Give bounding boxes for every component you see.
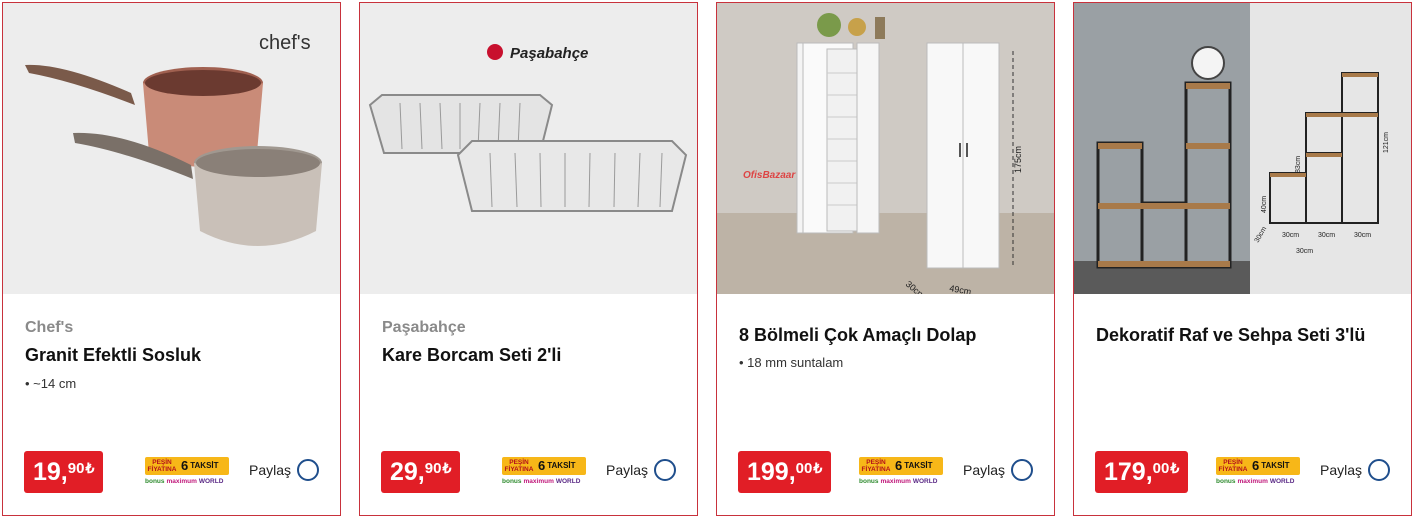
pesin-label: PEŞİN (866, 459, 886, 466)
installment-count: 6 (1252, 458, 1260, 473)
price-decimal: 90 (424, 460, 442, 477)
installment-count: 6 (181, 458, 189, 473)
price-integer: 29, (390, 457, 425, 486)
fiyatina-label: FİYATINA (1218, 466, 1248, 473)
product-card[interactable]: 175cm 49cm 30cm OfisBazaar 8 Bölmeli Çok… (716, 2, 1055, 516)
world-card-logo: WORLD (198, 478, 224, 485)
product-brand: Paşabahçe (382, 319, 466, 336)
price-integer: 19, (33, 457, 68, 486)
share-icon[interactable] (1368, 459, 1391, 481)
currency-symbol: ₺ (85, 460, 95, 476)
product-feature: • 18 mm suntalam (739, 355, 844, 370)
world-card-logo: WORLD (1269, 478, 1295, 485)
pesin-label: PEŞİN (1223, 459, 1243, 466)
installment-count: 6 (895, 458, 903, 473)
maximum-card-logo: maximum (523, 478, 554, 485)
pesin-label: PEŞİN (509, 459, 529, 466)
price-badge: 179, 00 ₺ (1095, 451, 1189, 493)
currency-symbol: ₺ (813, 460, 823, 476)
price-decimal: 00 (1152, 460, 1170, 477)
share-button[interactable]: Paylaş (249, 459, 320, 481)
maximum-card-logo: maximum (166, 478, 197, 485)
installment-badge: PEŞİN FİYATINA 6 TAKSİT bonus maximum WOR… (859, 457, 943, 491)
installment-badge: PEŞİN FİYATINA 6 TAKSİT bonus maximum WOR… (1216, 457, 1300, 491)
brand-logo: Paşabahçe (510, 45, 588, 62)
currency-symbol: ₺ (1170, 460, 1180, 476)
maximum-card-logo: maximum (880, 478, 911, 485)
bonus-card-logo: bonus (502, 478, 522, 485)
installment-count: 6 (538, 458, 546, 473)
dimension-label: 30cm (1296, 248, 1313, 255)
product-card[interactable]: chef's Chef's Granit Efektli Sosluk • ~1… (2, 2, 341, 516)
share-button[interactable]: Paylaş (1320, 459, 1391, 481)
price-badge: 29, 90 ₺ (381, 451, 461, 493)
bonus-card-logo: bonus (145, 478, 165, 485)
share-icon[interactable] (654, 459, 677, 481)
dimension-label: 83cm (1295, 156, 1302, 173)
dimension-label: 121cm (1383, 132, 1390, 153)
price-badge: 19, 90 ₺ (24, 451, 104, 493)
product-title[interactable]: Dekoratif Raf ve Sehpa Seti 3'lü (1096, 325, 1365, 346)
bonus-card-logo: bonus (859, 478, 879, 485)
dimension-label: 40cm (1261, 196, 1268, 213)
fiyatina-label: FİYATINA (504, 466, 534, 473)
installment-word: TAKSİT (1261, 461, 1290, 470)
product-image[interactable]: 30cm 30cm 30cm 83cm 40cm 30cm 30cm 121cm (1074, 3, 1411, 294)
product-card[interactable]: Paşabahçe Paşabahçe Kare Borcam Seti 2'l… (359, 2, 698, 516)
price-integer: 179, (1104, 457, 1153, 486)
dimension-label: 175cm (1013, 146, 1023, 173)
price-decimal: 90 (67, 460, 85, 477)
fiyatina-label: FİYATINA (147, 466, 177, 473)
share-label: Paylaş (606, 462, 649, 478)
price-decimal: 00 (795, 460, 813, 477)
currency-symbol: ₺ (442, 460, 452, 476)
pesin-label: PEŞİN (152, 459, 172, 466)
share-icon[interactable] (1011, 459, 1034, 481)
product-title[interactable]: 8 Bölmeli Çok Amaçlı Dolap (739, 325, 976, 346)
brand-logo: OfisBazaar (743, 170, 796, 181)
installment-word: TAKSİT (547, 461, 576, 470)
installment-word: TAKSİT (190, 461, 219, 470)
share-button[interactable]: Paylaş (606, 459, 677, 481)
world-card-logo: WORLD (912, 478, 938, 485)
dimension-label: 30cm (1354, 232, 1371, 239)
product-image[interactable]: Paşabahçe (360, 3, 697, 294)
product-title[interactable]: Granit Efektli Sosluk (25, 345, 201, 366)
product-title[interactable]: Kare Borcam Seti 2'li (382, 345, 561, 366)
world-card-logo: WORLD (555, 478, 581, 485)
product-image[interactable]: chef's (3, 3, 340, 294)
share-label: Paylaş (963, 462, 1006, 478)
share-icon[interactable] (297, 459, 320, 481)
installment-word: TAKSİT (904, 461, 933, 470)
price-integer: 199, (747, 457, 796, 486)
maximum-card-logo: maximum (1237, 478, 1268, 485)
product-feature: • ~14 cm (25, 376, 77, 391)
installment-badge: PEŞİN FİYATINA 6 TAKSİT bonus maximum WOR… (502, 457, 586, 491)
installment-badge: PEŞİN FİYATINA 6 TAKSİT bonus maximum WOR… (145, 457, 229, 491)
share-label: Paylaş (1320, 462, 1363, 478)
price-badge: 199, 00 ₺ (738, 451, 832, 493)
dimension-label: 30cm (1318, 232, 1335, 239)
product-card[interactable]: 30cm 30cm 30cm 83cm 40cm 30cm 30cm 121cm… (1073, 2, 1412, 516)
product-image[interactable]: 175cm 49cm 30cm OfisBazaar (717, 3, 1054, 294)
product-brand: Chef's (25, 319, 74, 336)
fiyatina-label: FİYATINA (861, 466, 891, 473)
share-button[interactable]: Paylaş (963, 459, 1034, 481)
pasabahce-logo-mark (487, 44, 503, 60)
bonus-card-logo: bonus (1216, 478, 1236, 485)
dimension-label: 30cm (1282, 232, 1299, 239)
brand-logo: chef's (259, 32, 311, 54)
dimension-label: 30cm (1254, 226, 1269, 244)
share-label: Paylaş (249, 462, 292, 478)
